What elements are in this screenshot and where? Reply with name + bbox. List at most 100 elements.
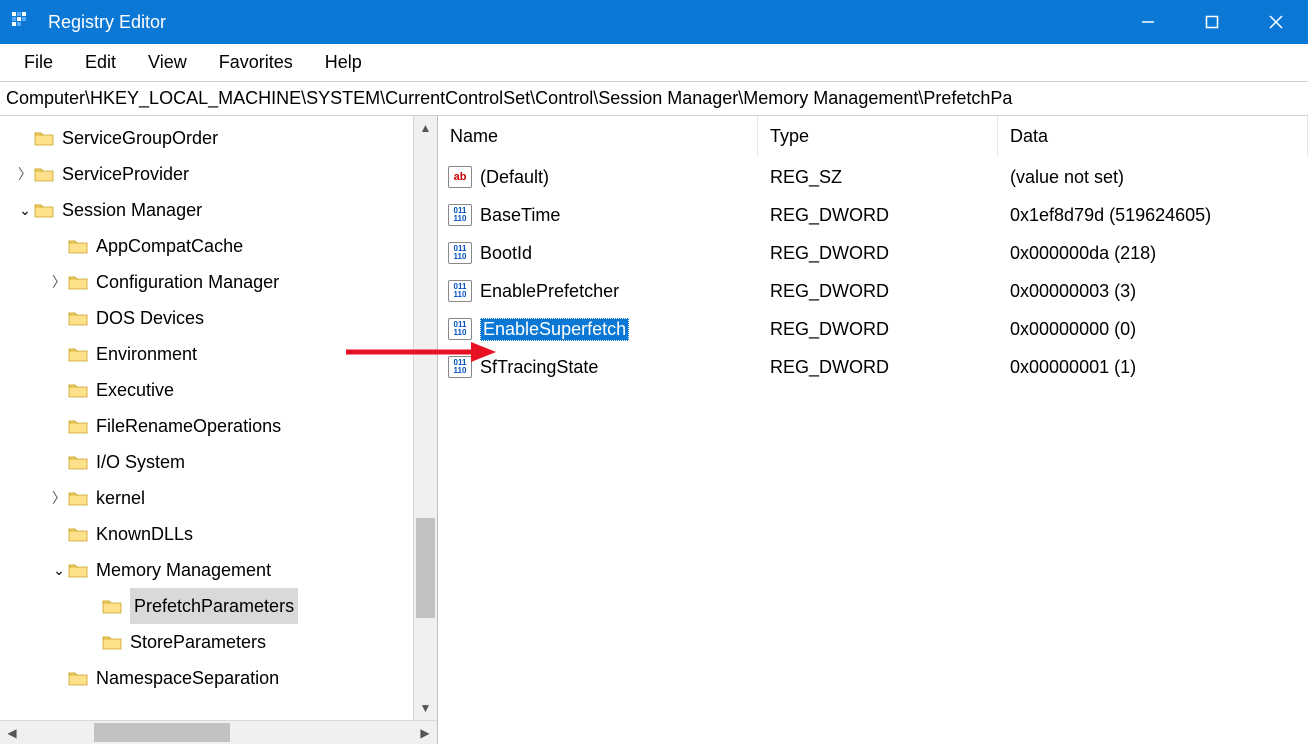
tree-item[interactable]: 〉 kernel bbox=[0, 480, 437, 516]
scroll-left-arrow[interactable]: ◀ bbox=[0, 721, 24, 744]
menu-help[interactable]: Help bbox=[309, 48, 378, 77]
value-data: 0x000000da (218) bbox=[998, 243, 1308, 264]
title-bar: Registry Editor bbox=[0, 0, 1308, 44]
folder-icon bbox=[68, 308, 88, 328]
tree-item-label: FileRenameOperations bbox=[96, 408, 281, 444]
folder-icon bbox=[68, 668, 88, 688]
tree-item[interactable]: FileRenameOperations bbox=[0, 408, 437, 444]
folder-icon bbox=[68, 452, 88, 472]
close-button[interactable] bbox=[1244, 0, 1308, 44]
tree-item[interactable]: Environment bbox=[0, 336, 437, 372]
content-area: ServiceGroupOrder 〉 ServiceProvider ⌄ Sessio… bbox=[0, 116, 1308, 744]
binary-value-icon: 011110 bbox=[448, 318, 472, 340]
tree-item[interactable]: ⌄ Session Manager bbox=[0, 192, 437, 228]
tree-item[interactable]: StoreParameters bbox=[0, 624, 437, 660]
column-header-type[interactable]: Type bbox=[758, 116, 998, 156]
collapse-icon[interactable]: ⌄ bbox=[16, 192, 34, 228]
window-controls bbox=[1116, 0, 1308, 44]
column-header-name[interactable]: Name bbox=[438, 116, 758, 156]
window-title: Registry Editor bbox=[48, 12, 166, 33]
folder-icon bbox=[68, 272, 88, 292]
tree-item[interactable]: AppCompatCache bbox=[0, 228, 437, 264]
value-data: 0x00000000 (0) bbox=[998, 319, 1308, 340]
tree-item[interactable]: ServiceGroupOrder bbox=[0, 120, 437, 156]
tree-item-label: ServiceGroupOrder bbox=[62, 120, 218, 156]
folder-icon bbox=[102, 596, 122, 616]
maximize-button[interactable] bbox=[1180, 0, 1244, 44]
value-row[interactable]: 011110BaseTimeREG_DWORD0x1ef8d79d (51962… bbox=[438, 196, 1308, 234]
folder-icon bbox=[68, 344, 88, 364]
tree-vertical-scrollbar[interactable]: ▲ ▼ bbox=[413, 116, 437, 720]
minimize-button[interactable] bbox=[1116, 0, 1180, 44]
tree-item[interactable]: ⌄ Memory Management bbox=[0, 552, 437, 588]
folder-icon bbox=[68, 524, 88, 544]
tree-item[interactable]: I/O System bbox=[0, 444, 437, 480]
folder-icon bbox=[68, 560, 88, 580]
value-type: REG_SZ bbox=[758, 167, 998, 188]
folder-icon bbox=[68, 380, 88, 400]
tree-item[interactable]: NamespaceSeparation bbox=[0, 660, 437, 696]
tree-item-label: ServiceProvider bbox=[62, 156, 189, 192]
value-name: EnablePrefetcher bbox=[480, 281, 619, 302]
menu-favorites[interactable]: Favorites bbox=[203, 48, 309, 77]
values-list[interactable]: ab(Default)REG_SZ(value not set)011110Ba… bbox=[438, 156, 1308, 744]
binary-value-icon: 011110 bbox=[448, 356, 472, 378]
tree-item-label: kernel bbox=[96, 480, 145, 516]
tree-item-label: AppCompatCache bbox=[96, 228, 243, 264]
value-data: 0x1ef8d79d (519624605) bbox=[998, 205, 1308, 226]
scroll-up-arrow[interactable]: ▲ bbox=[414, 116, 437, 140]
menu-view[interactable]: View bbox=[132, 48, 203, 77]
tree-item-label: Executive bbox=[96, 372, 174, 408]
scroll-right-arrow[interactable]: ▶ bbox=[413, 721, 437, 744]
tree-item[interactable]: DOS Devices bbox=[0, 300, 437, 336]
folder-icon bbox=[34, 200, 54, 220]
value-row[interactable]: 011110EnablePrefetcherREG_DWORD0x0000000… bbox=[438, 272, 1308, 310]
address-bar[interactable]: Computer\HKEY_LOCAL_MACHINE\SYSTEM\Curre… bbox=[0, 82, 1308, 116]
tree-item[interactable]: KnownDLLs bbox=[0, 516, 437, 552]
tree-pane: ServiceGroupOrder 〉 ServiceProvider ⌄ Sessio… bbox=[0, 116, 438, 744]
value-name: EnableSuperfetch bbox=[480, 318, 629, 341]
tree-item[interactable]: Executive bbox=[0, 372, 437, 408]
registry-tree[interactable]: ServiceGroupOrder 〉 ServiceProvider ⌄ Sessio… bbox=[0, 120, 437, 696]
tree-item[interactable]: 〉 ServiceProvider bbox=[0, 156, 437, 192]
tree-item-label: NamespaceSeparation bbox=[96, 660, 279, 696]
tree-item-label: PrefetchParameters bbox=[130, 588, 298, 624]
tree-horizontal-scrollbar[interactable]: ◀ ▶ bbox=[0, 720, 437, 744]
tree-item[interactable]: PrefetchParameters bbox=[0, 588, 437, 624]
tree-item-label: I/O System bbox=[96, 444, 185, 480]
binary-value-icon: 011110 bbox=[448, 280, 472, 302]
binary-value-icon: 011110 bbox=[448, 242, 472, 264]
values-pane: Name Type Data ab (Default) REG_SZ(value n… bbox=[438, 116, 1308, 744]
value-row[interactable]: 011110SfTracingStateREG_DWORD0x00000001 … bbox=[438, 348, 1308, 386]
value-data: (value not set) bbox=[998, 167, 1308, 188]
value-row[interactable]: 011110BootIdREG_DWORD0x000000da (218) bbox=[438, 234, 1308, 272]
menu-edit[interactable]: Edit bbox=[69, 48, 132, 77]
scroll-down-arrow[interactable]: ▼ bbox=[414, 696, 437, 720]
value-name: (Default) bbox=[480, 167, 549, 188]
app-icon bbox=[8, 8, 36, 36]
tree-item-label: Memory Management bbox=[96, 552, 271, 588]
value-row[interactable]: ab (Default) REG_SZ(value not set) bbox=[438, 158, 1308, 196]
value-type: REG_DWORD bbox=[758, 243, 998, 264]
string-value-icon: ab bbox=[448, 166, 472, 188]
tree-item-label: DOS Devices bbox=[96, 300, 204, 336]
expand-icon[interactable]: 〉 bbox=[50, 264, 68, 300]
collapse-icon[interactable]: ⌄ bbox=[50, 552, 68, 588]
value-name: SfTracingState bbox=[480, 357, 598, 378]
menu-file[interactable]: File bbox=[8, 48, 69, 77]
tree-item-label: Configuration Manager bbox=[96, 264, 279, 300]
folder-icon bbox=[68, 416, 88, 436]
tree-item-label: StoreParameters bbox=[130, 624, 266, 660]
column-header-data[interactable]: Data bbox=[998, 116, 1308, 156]
menu-bar: File Edit View Favorites Help bbox=[0, 44, 1308, 82]
value-row[interactable]: 011110EnableSuperfetchREG_DWORD0x0000000… bbox=[438, 310, 1308, 348]
values-header: Name Type Data bbox=[438, 116, 1308, 156]
tree-item-label: Session Manager bbox=[62, 192, 202, 228]
expand-icon[interactable]: 〉 bbox=[50, 480, 68, 516]
value-data: 0x00000003 (3) bbox=[998, 281, 1308, 302]
tree-item[interactable]: 〉 Configuration Manager bbox=[0, 264, 437, 300]
expand-icon[interactable]: 〉 bbox=[16, 156, 34, 192]
value-name: BaseTime bbox=[480, 205, 560, 226]
folder-icon bbox=[34, 164, 54, 184]
folder-icon bbox=[68, 488, 88, 508]
